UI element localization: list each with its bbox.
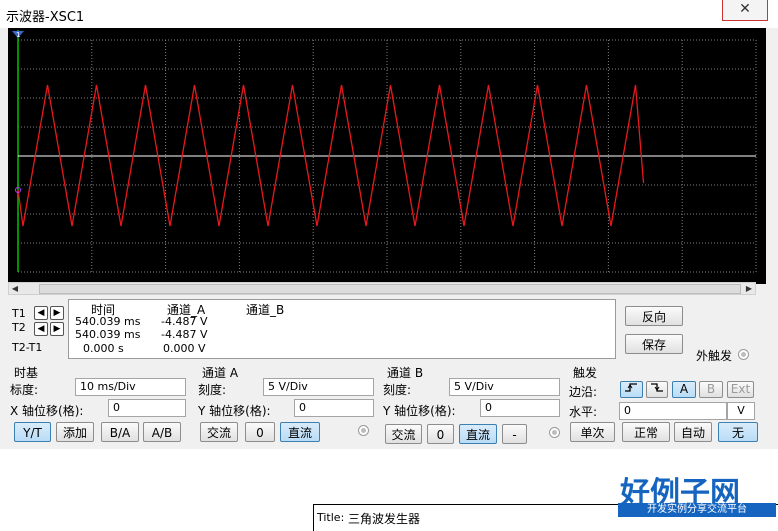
window-title: 示波器-XSC1 [6, 10, 85, 25]
add-mode-button[interactable]: 添加 [56, 422, 94, 442]
row1-time: 540.039 ms [75, 315, 141, 328]
timebase-title: 时基 [14, 366, 39, 380]
row1-channel-a: -4.487 V [161, 315, 208, 328]
title-block-value: 三角波发生器 [348, 512, 421, 526]
reverse-button[interactable]: 反向 [625, 306, 683, 326]
trigger-level-unit[interactable]: V [727, 402, 755, 420]
rising-edge-icon[interactable] [620, 381, 643, 398]
edge-label: 边沿: [569, 385, 598, 399]
site-watermark-logo: 好例子网 开发实例分享交流平台 [614, 468, 778, 524]
row3-time: 0.000 s [83, 342, 124, 355]
ba-mode-button[interactable]: B/A [101, 422, 139, 442]
channel-a-title: 通道 A [202, 366, 239, 380]
t2-t1-label: T2-T1 [12, 341, 43, 354]
trigger-level-label: 水平: [569, 405, 598, 419]
single-trigger-button[interactable]: 单次 [570, 422, 615, 442]
t1-left-arrow-icon[interactable]: ◀ [34, 306, 48, 320]
auto-trigger-button[interactable]: 自动 [674, 422, 712, 442]
row2-channel-a: -4.487 V [161, 328, 208, 341]
row2-time: 540.039 ms [75, 328, 141, 341]
channel-b-ypos-field[interactable]: 0 [480, 399, 560, 417]
trigger-source-b-button[interactable]: B [699, 381, 723, 398]
scroll-left-icon[interactable]: ◀ [9, 283, 21, 294]
t2-label: T2 [12, 321, 26, 334]
close-button[interactable]: ✕ [722, 0, 768, 21]
yt-mode-button[interactable]: Y/T [14, 422, 51, 442]
trigger-source-ext-button[interactable]: Ext [727, 381, 754, 398]
scope-display[interactable]: 1 [8, 28, 766, 284]
ab-mode-button[interactable]: A/B [143, 422, 181, 442]
channel-b-ac-button[interactable]: 交流 [385, 424, 422, 444]
cursor-controls: T1 ◀ ▶ T2 ◀ ▶ T2-T1 [8, 299, 68, 357]
scrollbar-thumb[interactable] [39, 284, 741, 294]
trigger-level-field[interactable]: 0 [619, 402, 727, 420]
t1-label: T1 [12, 307, 26, 320]
scroll-right-icon[interactable]: ▶ [743, 283, 755, 294]
t2-right-arrow-icon[interactable]: ▶ [50, 322, 64, 336]
timebase-scale-field[interactable]: 10 ms/Div [75, 378, 186, 396]
channel-a-terminal[interactable] [358, 425, 369, 436]
x-position-label: X 轴位移(格): [10, 404, 84, 418]
normal-trigger-button[interactable]: 正常 [622, 422, 670, 442]
horizontal-scrollbar[interactable]: ◀ ▶ [8, 282, 756, 295]
channel-b-scale-field[interactable]: 5 V/Div [449, 378, 560, 396]
title-bar: 示波器-XSC1 ✕ [0, 0, 778, 28]
channel-b-minus-button[interactable]: - [502, 424, 527, 444]
channel-b-scale-label: 刻度: [383, 383, 412, 397]
measurement-readout: 时间 通道_A 通道_B 540.039 ms -4.487 V 540.039… [68, 299, 616, 359]
channel-b-terminal[interactable] [549, 427, 560, 438]
oscilloscope-window: 示波器-XSC1 ✕ 1 ◀ ▶ T1 ◀ ▶ T2 ◀ ▶ T2-T1 时间 … [0, 0, 778, 449]
channel-a-ypos-label: Y 轴位移(格): [198, 404, 271, 418]
channel-b-ypos-label: Y 轴位移(格): [383, 404, 456, 418]
save-button[interactable]: 保存 [625, 334, 683, 354]
row3-channel-a: 0.000 V [163, 342, 206, 355]
trigger-source-a-button[interactable]: A [672, 381, 696, 398]
ext-trigger-terminal[interactable] [738, 349, 749, 360]
ext-trigger-label: 外触发 [696, 349, 733, 363]
channel-a-scale-label: 刻度: [198, 383, 227, 397]
channel-b-title: 通道 B [387, 366, 424, 380]
channel-a-scale-field[interactable]: 5 V/Div [263, 378, 374, 396]
channel-b-dc-button[interactable]: 直流 [459, 424, 497, 444]
x-position-field[interactable]: 0 [108, 399, 186, 417]
cursor-marker-label: 1 [16, 31, 20, 39]
t2-left-arrow-icon[interactable]: ◀ [34, 322, 48, 336]
trigger-title: 触发 [573, 366, 598, 380]
channel-b-header: 通道_B [246, 303, 285, 317]
channel-a-ac-button[interactable]: 交流 [200, 422, 238, 442]
channel-a-dc-button[interactable]: 直流 [280, 422, 320, 442]
none-trigger-button[interactable]: 无 [718, 422, 758, 442]
channel-b-zero-button[interactable]: 0 [427, 424, 454, 444]
title-block-label: Title: [317, 511, 345, 524]
scope-graph: 1 [12, 30, 757, 273]
channel-a-zero-button[interactable]: 0 [245, 422, 275, 442]
timebase-scale-label: 标度: [10, 383, 39, 397]
channel-a-ypos-field[interactable]: 0 [294, 399, 374, 417]
t1-right-arrow-icon[interactable]: ▶ [50, 306, 64, 320]
watermark-slogan: 开发实例分享交流平台 [618, 503, 776, 517]
falling-edge-icon[interactable] [646, 381, 668, 398]
